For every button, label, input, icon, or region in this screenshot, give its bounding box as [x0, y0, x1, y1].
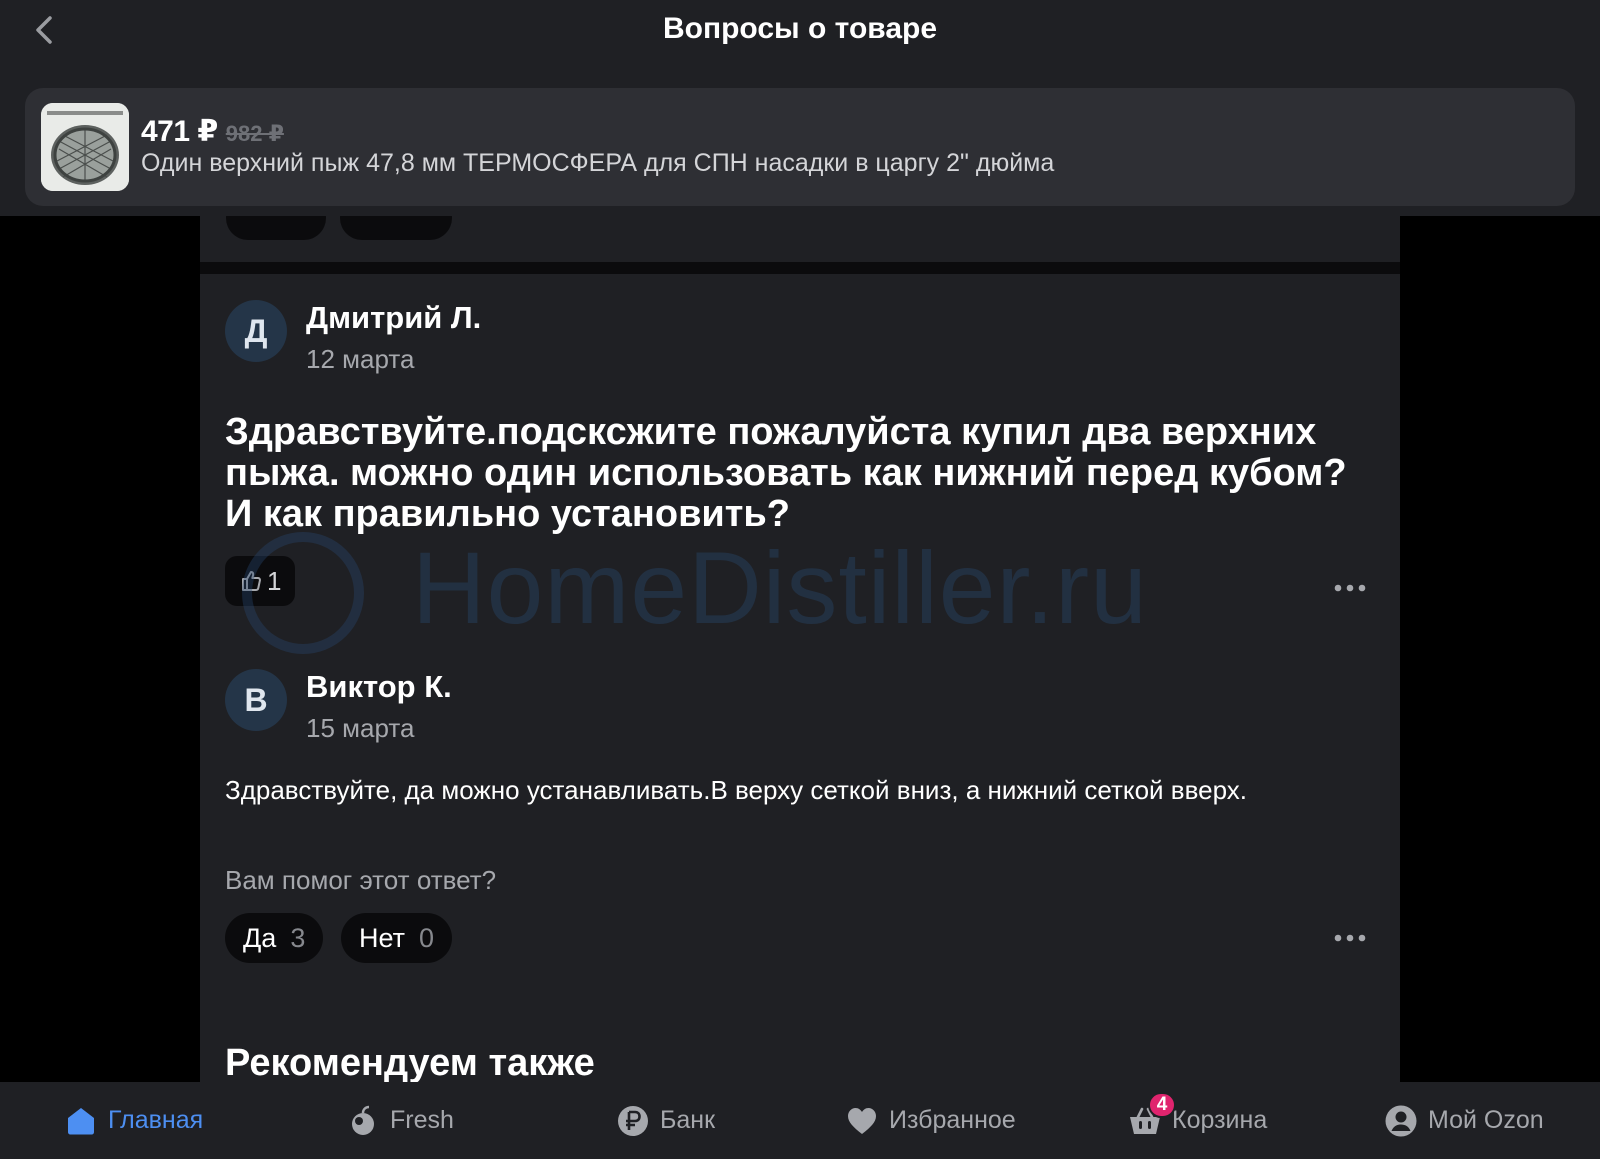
previous-yes-button[interactable] [226, 216, 326, 240]
nav-home-label: Главная [108, 1106, 204, 1134]
helpful-prompt: Вам помог этот ответ? [225, 865, 497, 895]
previous-no-button[interactable] [340, 216, 452, 240]
answer-text: Здравствуйте, да можно устанавливать.В в… [225, 775, 1247, 805]
answer-date: 15 марта [306, 713, 415, 743]
product-thumbnail[interactable] [41, 103, 129, 191]
app-root: Вопросы о товаре 471 ₽ 982 ₽ Один верхни… [0, 0, 1600, 1159]
more-dots-icon [1334, 934, 1366, 942]
product-card[interactable]: 471 ₽ 982 ₽ Один верхний пыж 47,8 мм ТЕР… [25, 88, 1575, 206]
questions-content: Д Дмитрий Л. 12 марта Здравствуйте.подск… [200, 216, 1400, 1082]
nav-cart[interactable]: 4 Корзина [1128, 1082, 1267, 1159]
fresh-icon [346, 1104, 380, 1138]
question-date: 12 марта [306, 344, 415, 374]
ruble-icon [616, 1104, 650, 1138]
like-button[interactable]: 1 [225, 556, 296, 606]
helpful-yes-button[interactable]: Да 3 [225, 913, 324, 963]
answer-author: Виктор К. [306, 669, 452, 704]
nav-profile-label: Мой Ozon [1428, 1106, 1544, 1134]
cart-badge: 4 [1148, 1091, 1176, 1118]
nav-bank[interactable]: Банк [616, 1082, 715, 1159]
nav-favorites[interactable]: Избранное [845, 1082, 1016, 1159]
answer-more-button[interactable] [1330, 923, 1370, 953]
home-icon [64, 1104, 98, 1138]
thumbs-up-icon [242, 571, 261, 591]
answer-avatar: В [225, 669, 287, 731]
question-text: Здравствуйте.подсксжите пожалуйста купил… [225, 411, 1347, 535]
question-avatar: Д [225, 300, 287, 362]
product-name: Один верхний пыж 47,8 мм ТЕРМОСФЕРА для … [141, 149, 1055, 177]
profile-icon [1384, 1104, 1418, 1138]
nav-profile[interactable]: Мой Ozon [1384, 1082, 1544, 1159]
section-divider [200, 262, 1400, 274]
cart-icon: 4 [1128, 1091, 1176, 1138]
helpful-no-button[interactable]: Нет 0 [341, 913, 453, 963]
no-count: 0 [418, 922, 435, 953]
more-dots-icon [1334, 584, 1366, 592]
nav-bank-label: Банк [660, 1106, 716, 1134]
heart-icon [845, 1104, 879, 1138]
nav-cart-label: Корзина [1172, 1106, 1268, 1134]
product-image-icon [41, 103, 129, 191]
current-price: 471 ₽ [141, 115, 218, 148]
yes-label: Да [243, 922, 277, 953]
question-more-button[interactable] [1330, 573, 1370, 603]
bottom-navigation: Главная Fresh Банк Избранное 4 Корзина М… [0, 1082, 1600, 1159]
nav-fresh-label: Fresh [390, 1106, 454, 1134]
old-price: 982 ₽ [225, 121, 284, 146]
question-author: Дмитрий Л. [306, 300, 482, 335]
nav-fresh[interactable]: Fresh [346, 1082, 454, 1159]
recommend-heading: Рекомендуем также [225, 1042, 595, 1082]
header: Вопросы о товаре 471 ₽ 982 ₽ Один верхни… [0, 0, 1600, 216]
price-line: 471 ₽ 982 ₽ [141, 114, 284, 149]
page-title: Вопросы о товаре [662, 12, 938, 45]
like-count: 1 [267, 565, 282, 596]
yes-count: 3 [290, 922, 306, 953]
no-label: Нет [359, 922, 405, 953]
nav-home[interactable]: Главная [64, 1082, 203, 1159]
nav-favorites-label: Избранное [889, 1106, 1016, 1134]
previous-answer-tail [200, 216, 1400, 262]
